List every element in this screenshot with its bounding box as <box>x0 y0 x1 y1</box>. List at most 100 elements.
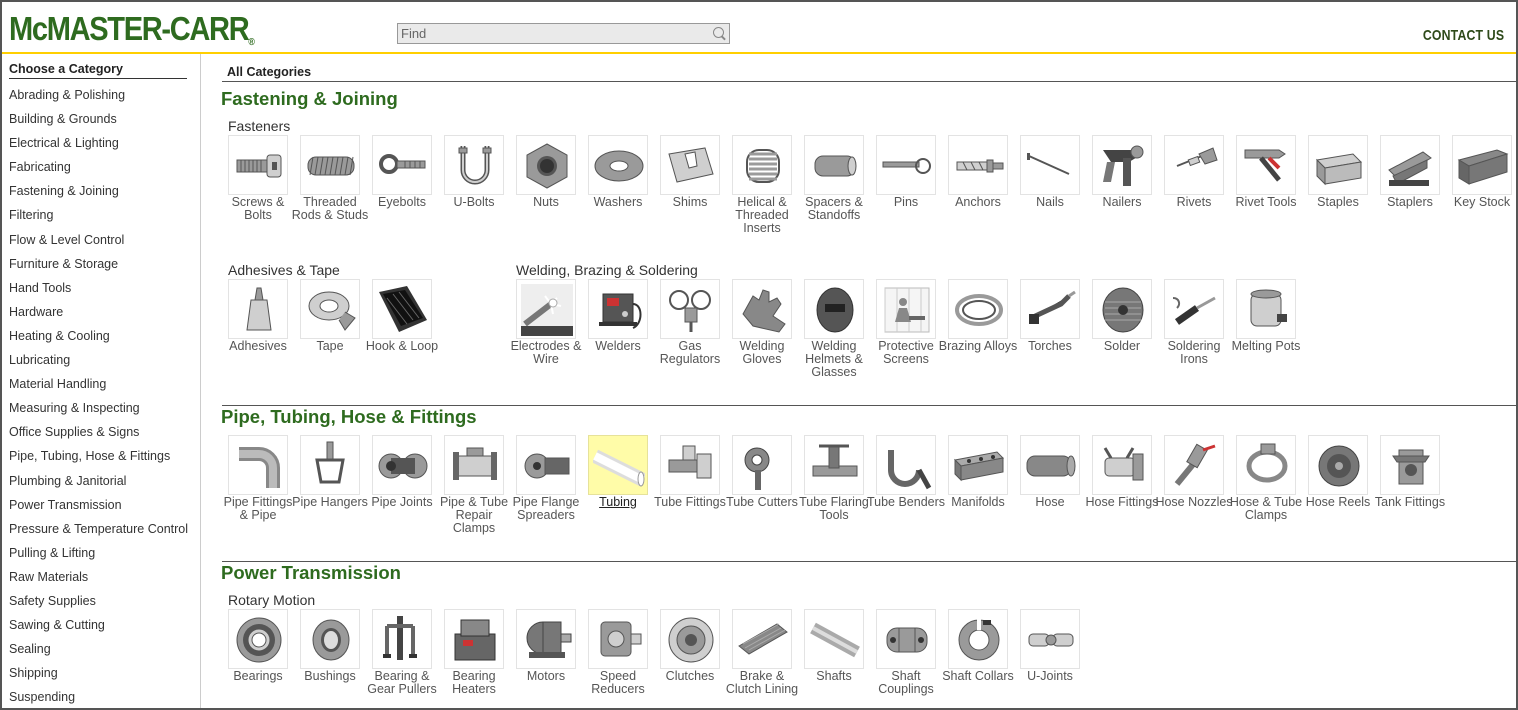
category-label[interactable]: Threaded Rods & Studs <box>290 196 370 222</box>
category-thumbnail[interactable] <box>444 135 504 195</box>
category-thumbnail[interactable] <box>732 135 792 195</box>
category-label[interactable]: Rivet Tools <box>1226 196 1306 209</box>
category-label[interactable]: Staples <box>1298 196 1378 209</box>
category-label[interactable]: Speed Reducers <box>578 670 658 696</box>
category-thumbnail[interactable] <box>588 279 648 339</box>
all-categories-label[interactable]: All Categories <box>227 65 311 79</box>
category-thumbnail[interactable] <box>300 279 360 339</box>
category-thumbnail[interactable] <box>1092 135 1152 195</box>
category-thumbnail[interactable] <box>732 609 792 669</box>
sidebar-item-fabricating[interactable]: Fabricating <box>9 158 188 182</box>
category-thumbnail[interactable] <box>228 135 288 195</box>
category-label[interactable]: Manifolds <box>938 496 1018 509</box>
sidebar-item-material-handling[interactable]: Material Handling <box>9 375 188 399</box>
sidebar-item-abrading-polishing[interactable]: Abrading & Polishing <box>9 86 188 110</box>
category-thumbnail[interactable] <box>804 435 864 495</box>
category-thumbnail[interactable] <box>372 609 432 669</box>
sidebar-item-measuring-inspecting[interactable]: Measuring & Inspecting <box>9 399 188 423</box>
category-thumbnail[interactable] <box>948 135 1008 195</box>
sidebar-item-hand-tools[interactable]: Hand Tools <box>9 279 188 303</box>
category-label[interactable]: Nails <box>1010 196 1090 209</box>
sidebar-item-sealing[interactable]: Sealing <box>9 640 188 664</box>
category-thumbnail[interactable] <box>300 135 360 195</box>
sidebar-item-sawing-cutting[interactable]: Sawing & Cutting <box>9 616 188 640</box>
category-label[interactable]: Soldering Irons <box>1154 340 1234 366</box>
subcategory-title[interactable]: Fasteners <box>228 118 290 134</box>
sidebar-item-lubricating[interactable]: Lubricating <box>9 351 188 375</box>
category-label[interactable]: Melting Pots <box>1226 340 1306 353</box>
category-label[interactable]: Hose Reels <box>1298 496 1378 509</box>
sidebar-item-plumbing-janitorial[interactable]: Plumbing & Janitorial <box>9 472 188 496</box>
sidebar-item-flow-level-control[interactable]: Flow & Level Control <box>9 231 188 255</box>
category-thumbnail[interactable] <box>804 609 864 669</box>
category-label[interactable]: Motors <box>506 670 586 683</box>
category-label[interactable]: Bearings <box>218 670 298 683</box>
sidebar-item-electrical-lighting[interactable]: Electrical & Lighting <box>9 134 188 158</box>
category-label[interactable]: Welding Gloves <box>722 340 802 366</box>
category-label[interactable]: Shaft Collars <box>938 670 1018 683</box>
category-label[interactable]: Anchors <box>938 196 1018 209</box>
category-thumbnail[interactable] <box>444 435 504 495</box>
sidebar-item-office-supplies-signs[interactable]: Office Supplies & Signs <box>9 423 188 447</box>
category-label[interactable]: Eyebolts <box>362 196 442 209</box>
category-thumbnail[interactable] <box>1164 135 1224 195</box>
category-label[interactable]: Shaft Couplings <box>866 670 946 696</box>
category-label[interactable]: Hose <box>1010 496 1090 509</box>
category-thumbnail[interactable] <box>372 279 432 339</box>
category-thumbnail[interactable] <box>948 279 1008 339</box>
subcategory-title[interactable]: Rotary Motion <box>228 592 315 608</box>
category-thumbnail[interactable] <box>804 279 864 339</box>
sidebar-item-pipe-tubing-hose-fittings[interactable]: Pipe, Tubing, Hose & Fittings <box>9 447 188 471</box>
category-label[interactable]: U-Joints <box>1010 670 1090 683</box>
search-input[interactable] <box>398 24 704 43</box>
sidebar-item-furniture-storage[interactable]: Furniture & Storage <box>9 255 188 279</box>
sidebar-item-shipping[interactable]: Shipping <box>9 664 188 688</box>
category-label[interactable]: Nuts <box>506 196 586 209</box>
sidebar-item-fastening-joining[interactable]: Fastening & Joining <box>9 182 188 206</box>
category-thumbnail[interactable] <box>948 435 1008 495</box>
category-label[interactable]: Washers <box>578 196 658 209</box>
category-label[interactable]: Electrodes & Wire <box>506 340 586 366</box>
category-thumbnail[interactable] <box>444 609 504 669</box>
category-label[interactable]: Pipe Fittings & Pipe <box>218 496 298 522</box>
category-thumbnail[interactable] <box>372 135 432 195</box>
category-label[interactable]: Shims <box>650 196 730 209</box>
category-label[interactable]: Tube Flaring Tools <box>794 496 874 522</box>
category-label[interactable]: Adhesives <box>218 340 298 353</box>
category-label[interactable]: Brazing Alloys <box>938 340 1018 353</box>
category-label[interactable]: Bearing & Gear Pullers <box>362 670 442 696</box>
sidebar-item-heating-cooling[interactable]: Heating & Cooling <box>9 327 188 351</box>
category-label[interactable]: Tube Fittings <box>650 496 730 509</box>
category-thumbnail[interactable] <box>516 435 576 495</box>
category-label[interactable]: Spacers & Standoffs <box>794 196 874 222</box>
category-thumbnail[interactable] <box>228 609 288 669</box>
category-label[interactable]: Shafts <box>794 670 874 683</box>
category-thumbnail[interactable] <box>1308 135 1368 195</box>
sidebar-item-filtering[interactable]: Filtering <box>9 206 188 230</box>
category-label[interactable]: Key Stock <box>1442 196 1516 209</box>
sidebar-item-building-grounds[interactable]: Building & Grounds <box>9 110 188 134</box>
category-thumbnail[interactable] <box>660 435 720 495</box>
category-thumbnail[interactable] <box>1092 435 1152 495</box>
category-thumbnail[interactable] <box>732 279 792 339</box>
category-label[interactable]: Tank Fittings <box>1370 496 1450 509</box>
category-thumbnail[interactable] <box>660 135 720 195</box>
sidebar-item-suspending[interactable]: Suspending <box>9 688 188 708</box>
category-label[interactable]: Pins <box>866 196 946 209</box>
section-title[interactable]: Power Transmission <box>221 562 401 584</box>
category-label[interactable]: Solder <box>1082 340 1162 353</box>
category-thumbnail[interactable] <box>1020 609 1080 669</box>
category-label[interactable]: Pipe Joints <box>362 496 442 509</box>
category-label[interactable]: Tubing <box>578 496 658 509</box>
category-label[interactable]: Tape <box>290 340 370 353</box>
category-label[interactable]: Welding Helmets & Glasses <box>794 340 874 379</box>
category-label[interactable]: Tube Benders <box>866 496 946 509</box>
category-thumbnail[interactable] <box>228 435 288 495</box>
category-thumbnail[interactable] <box>1020 279 1080 339</box>
section-title[interactable]: Fastening & Joining <box>221 88 398 110</box>
category-thumbnail[interactable] <box>732 435 792 495</box>
sidebar-item-pressure-temperature-control[interactable]: Pressure & Temperature Control <box>9 520 188 544</box>
category-thumbnail[interactable] <box>876 135 936 195</box>
category-thumbnail[interactable] <box>228 279 288 339</box>
category-label[interactable]: Hose & Tube Clamps <box>1226 496 1306 522</box>
